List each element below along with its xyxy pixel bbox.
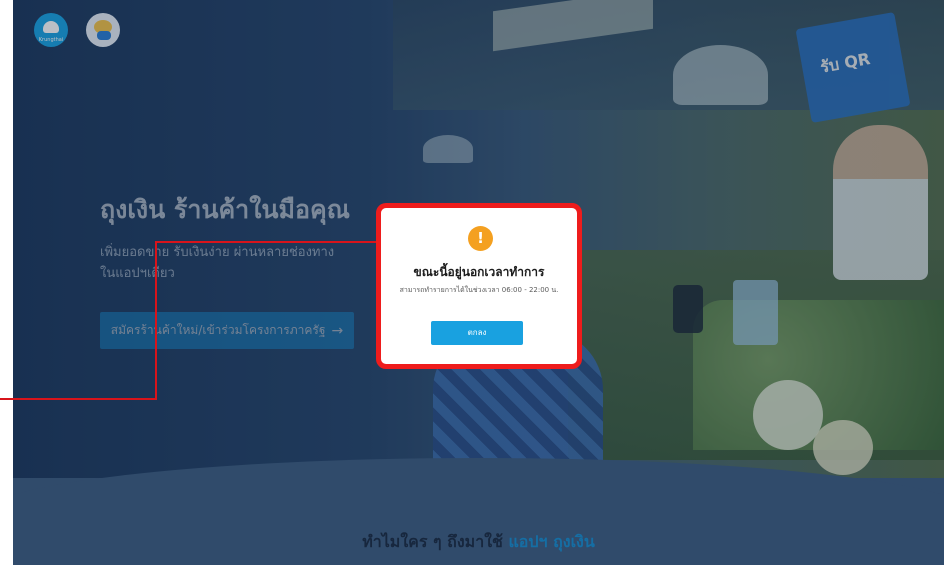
- warning-icon: !: [468, 226, 493, 251]
- ok-button[interactable]: ตกลง: [431, 321, 523, 345]
- annotation-line: [155, 241, 376, 243]
- out-of-hours-dialog: ! ขณะนี้อยู่นอกเวลาทำการ สามารถทำรายการไ…: [386, 213, 572, 359]
- annotation-highlight-box: ! ขณะนี้อยู่นอกเวลาทำการ สามารถทำรายการไ…: [376, 203, 582, 369]
- dialog-message: สามารถทำรายการได้ในช่วงเวลา 06:00 - 22:0…: [399, 286, 559, 294]
- dialog-title: ขณะนี้อยู่นอกเวลาทำการ: [413, 265, 545, 279]
- annotation-line: [155, 241, 157, 400]
- annotation-line: [0, 398, 157, 400]
